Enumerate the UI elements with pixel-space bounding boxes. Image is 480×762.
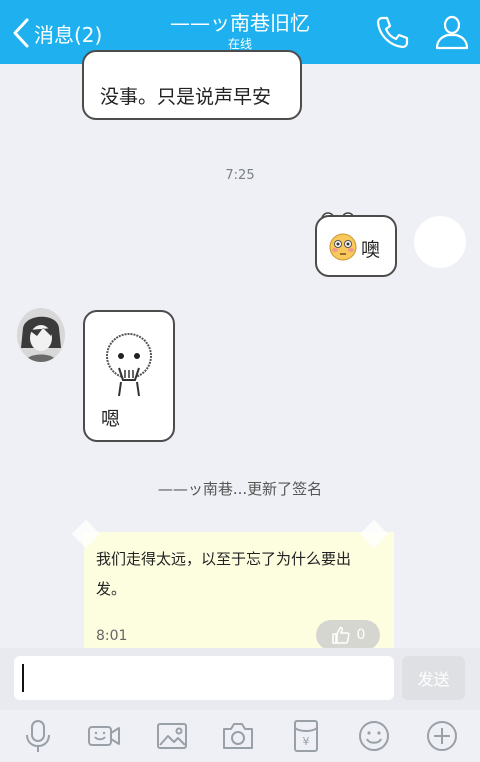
voice-button[interactable] — [20, 718, 56, 754]
signature-text: 我们走得太远，以至于忘了为什么要出发。 — [96, 550, 352, 598]
signature-time: 8:01 — [96, 628, 128, 644]
message-text: 噢 — [361, 239, 381, 261]
message-bubble-left[interactable]: 嗯 — [83, 310, 175, 442]
phone-icon — [376, 16, 409, 49]
video-icon — [88, 726, 120, 746]
profile-button[interactable] — [432, 12, 472, 52]
microphone-icon — [26, 720, 50, 752]
text-cursor — [22, 664, 24, 692]
bottom-toolbar: ¥ — [0, 710, 480, 762]
like-count: 0 — [356, 627, 366, 643]
camera-icon — [223, 723, 253, 749]
message-text: 没事。只是说声早安 — [100, 86, 272, 108]
red-envelope-icon: ¥ — [294, 720, 318, 752]
emoji-icon — [359, 721, 389, 751]
covering-mouth-sticker-icon — [106, 333, 152, 397]
anime-character-avatar-icon — [17, 308, 65, 362]
image-button[interactable] — [154, 718, 190, 754]
red-envelope-button[interactable]: ¥ — [288, 718, 324, 754]
timestamp: 7:25 — [225, 168, 255, 183]
image-icon — [157, 723, 187, 749]
like-button[interactable]: 0 — [316, 620, 380, 650]
signature-card[interactable]: 我们走得太远，以至于忘了为什么要出发。 8:01 0 — [71, 519, 394, 650]
message-input[interactable] — [14, 656, 394, 700]
person-icon — [435, 15, 469, 50]
call-button[interactable] — [372, 12, 412, 52]
message-text: 嗯 — [101, 408, 121, 430]
plus-icon — [427, 721, 457, 751]
svg-text:¥: ¥ — [303, 735, 310, 748]
my-avatar[interactable] — [414, 216, 466, 268]
signature-update-notice: ——ッ南巷...更新了签名 — [157, 480, 323, 498]
input-bar: 发送 — [0, 648, 480, 710]
contact-avatar[interactable] — [17, 308, 65, 362]
message-bubble-left[interactable]: 没事。只是说声早安 — [82, 50, 302, 120]
message-bubble-right[interactable]: 噢 — [315, 215, 397, 277]
send-button[interactable]: 发送 — [402, 656, 465, 700]
thumbs-up-icon — [331, 626, 350, 644]
flushed-face-emoji-icon — [329, 233, 357, 261]
more-button[interactable] — [424, 718, 460, 754]
emoji-button[interactable] — [356, 718, 392, 754]
video-button[interactable] — [86, 718, 122, 754]
camera-button[interactable] — [220, 718, 256, 754]
